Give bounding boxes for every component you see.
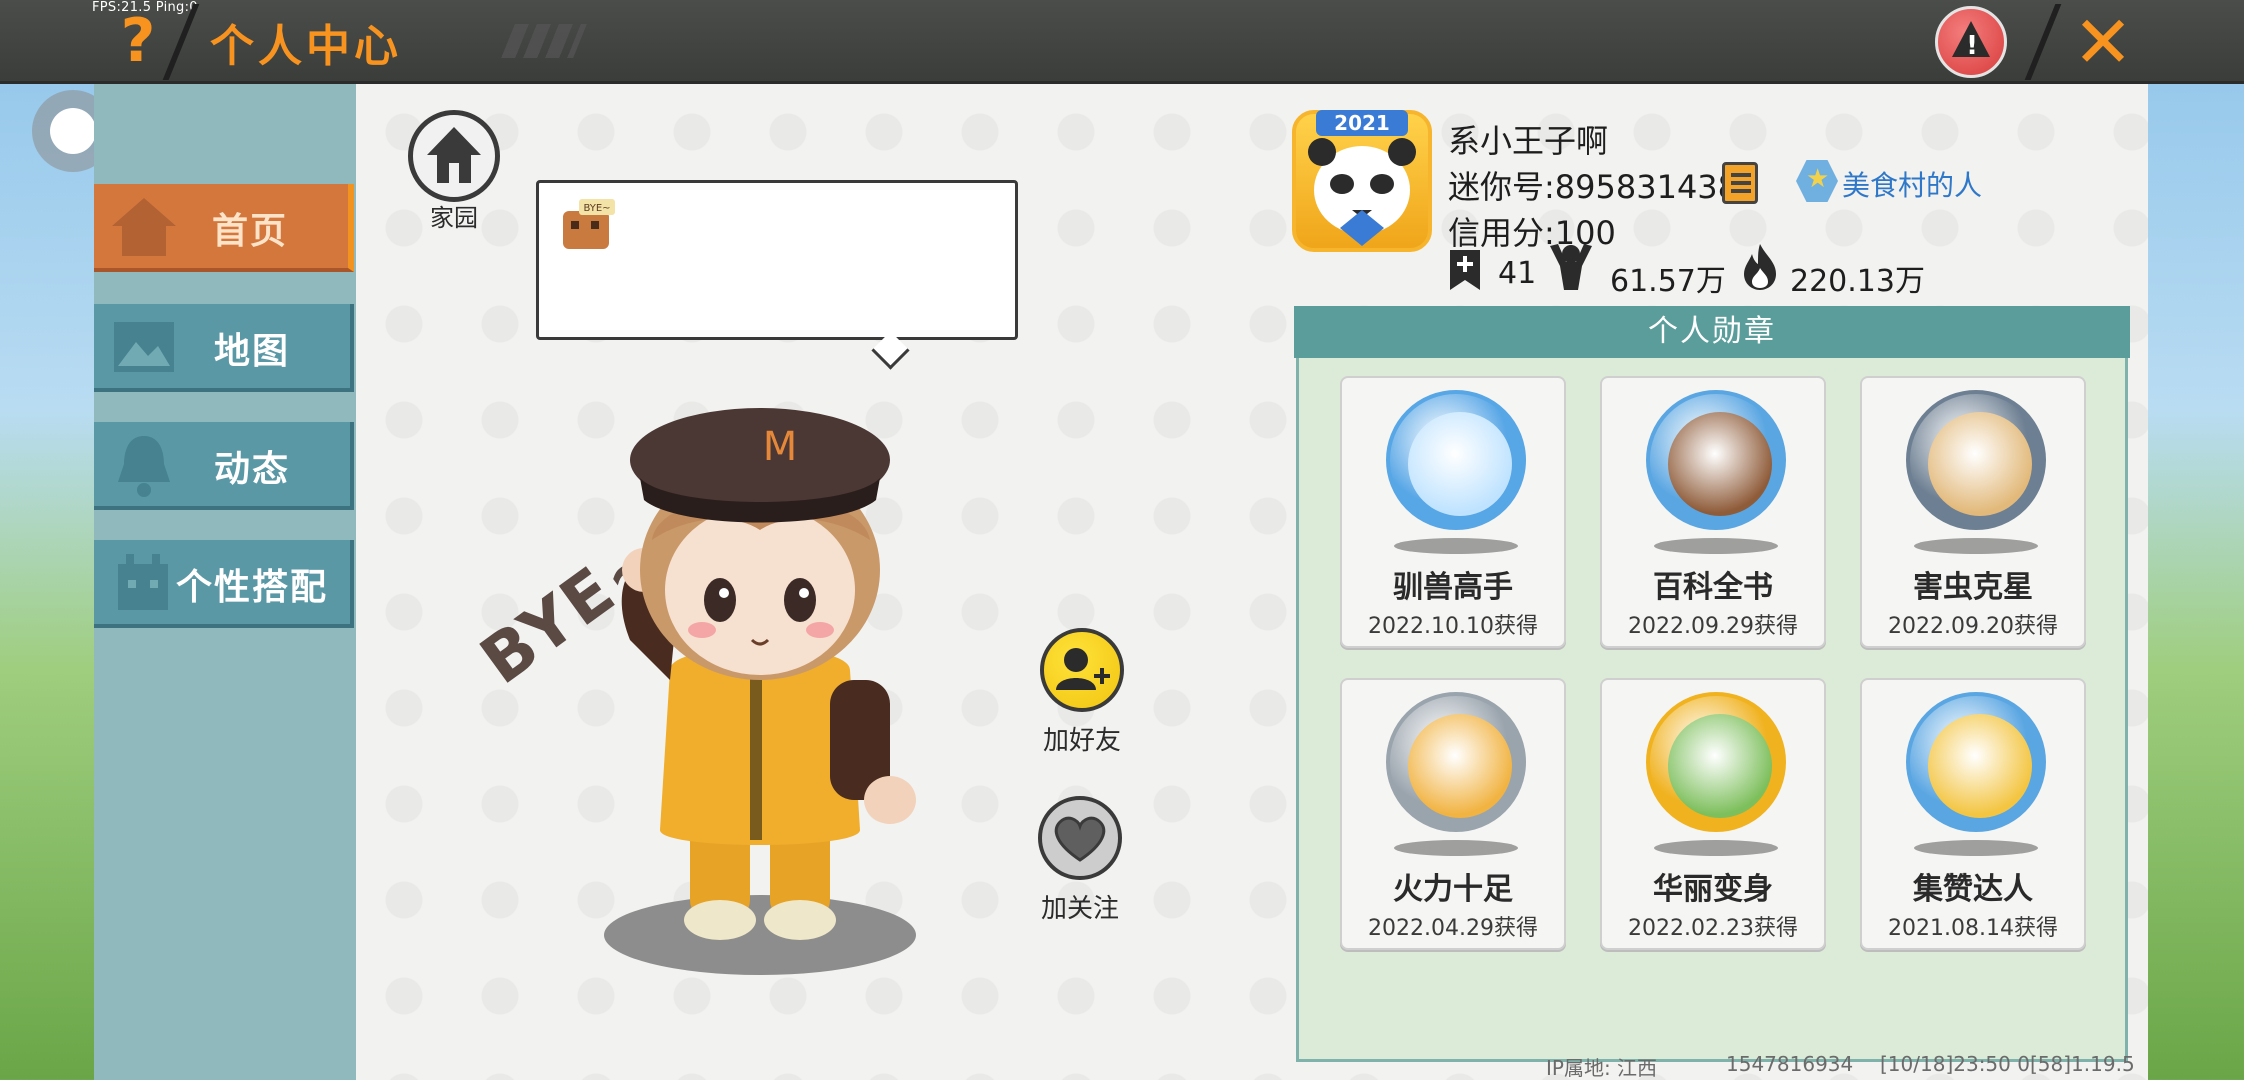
medal-panel-title: 个人勋章 [1294,306,2130,358]
user-uid: 1547816934 [1726,1052,1854,1076]
medal-name: 害虫克星 [1913,570,2033,605]
medal-date: 2022.02.23获得 [1628,916,1798,941]
sidebar-item-home[interactable]: 首页 [94,184,354,272]
fans-count: 61.57万 [1610,264,1726,299]
medal-name: 火力十足 [1393,872,1513,907]
medal-icon [1906,692,2046,832]
server-time: [10/18]23:50 0 [1880,1052,2030,1076]
close-icon: ✕ [2072,0,2134,84]
stripe-decoration [501,24,587,58]
mini-id: 迷你号:895831438 [1448,168,1739,206]
bell-icon [118,436,170,497]
add-friend-label: 加好友 [1042,726,1121,756]
medal-icon [1906,390,2046,530]
medal-icon [1646,692,1786,832]
sidebar-item-label: 个性搭配 [176,567,329,608]
house-icon [112,198,176,256]
nickname: 系小王子啊 [1448,122,1609,160]
follow-label: 加关注 [1040,894,1119,924]
page-title: 个人中心 [210,21,402,72]
medal-icon [1386,692,1526,832]
medal-name: 驯兽高手 [1393,570,1513,605]
home-icon [427,127,481,155]
fans-icon [1550,244,1592,290]
sidebar-item-label: 地图 [214,331,291,372]
medal-date: 2022.09.20获得 [1888,614,2058,639]
medal-date: 2022.04.29获得 [1368,916,1538,941]
divider [2024,4,2062,80]
sidebar-item-feed[interactable]: 动态 [94,422,354,510]
medal-date: 2022.10.10获得 [1368,614,1538,639]
cap-logo: M [763,424,798,470]
medal-card[interactable]: 集赞达人 2021.08.14获得 [1860,678,2086,950]
add-friend-button[interactable] [1040,628,1124,712]
report-button[interactable]: ! [1935,6,2007,78]
top-bar: FPS:21.5 Ping:0 ? 个人中心 ! ✕ [0,0,2244,84]
help-button[interactable]: ? [108,6,168,76]
medal-card[interactable]: 华丽变身 2022.02.23获得 [1600,678,1826,950]
medal-icon [1646,390,1786,530]
medal-card[interactable]: 驯兽高手 2022.10.10获得 [1340,376,1566,648]
year-badge: 2021 [1316,110,1408,136]
sidebar-item-label: 首页 [212,211,289,252]
medal-date: 2021.08.14获得 [1888,916,2058,941]
add-friend-icon [1056,648,1110,690]
friends-count: 41 [1498,256,1537,291]
sidebar: 首页 地图 动态 个性搭配 [94,84,356,1080]
speech-bubble: BYE~ [536,180,1018,340]
guild-name-link[interactable]: 美食村的人 [1842,164,1982,204]
flame-icon [1744,244,1776,290]
medal-card[interactable]: 百科全书 2022.09.29获得 [1600,376,1826,648]
map-icon [114,322,174,372]
medal-date: 2022.09.29获得 [1628,614,1798,639]
version: [58]1.19.5 [2030,1052,2135,1076]
sidebar-item-map[interactable]: 地图 [94,304,354,392]
help-icon: ? [120,6,156,76]
player-avatar: M [604,408,916,975]
medal-card[interactable]: 害虫克星 2022.09.20获得 [1860,376,2086,648]
copy-id-button[interactable] [1722,162,1758,204]
close-button[interactable]: ✕ [2068,4,2138,80]
medal-name: 集赞达人 [1913,872,2033,907]
medal-name: 百科全书 [1653,570,1773,605]
ip-location: IP属地: 江西 [1546,1056,1658,1080]
medal-card[interactable]: 火力十足 2022.04.29获得 [1340,678,1566,950]
divider [162,4,200,80]
sticker-text: BYE~ [583,203,610,214]
sticker-icon: BYE~ [563,199,615,249]
popularity-count: 220.13万 [1790,264,1925,299]
follow-button[interactable] [1038,796,1122,880]
home-label: 家园 [430,204,478,232]
home-button[interactable] [408,110,500,202]
sidebar-item-label: 动态 [214,449,291,490]
heart-icon [1054,816,1106,862]
friends-count-icon [1450,250,1480,290]
sidebar-item-outfit[interactable]: 个性搭配 [94,540,354,628]
medal-name: 华丽变身 [1653,872,1773,907]
medal-icon [1386,390,1526,530]
outfit-icon [118,554,168,610]
